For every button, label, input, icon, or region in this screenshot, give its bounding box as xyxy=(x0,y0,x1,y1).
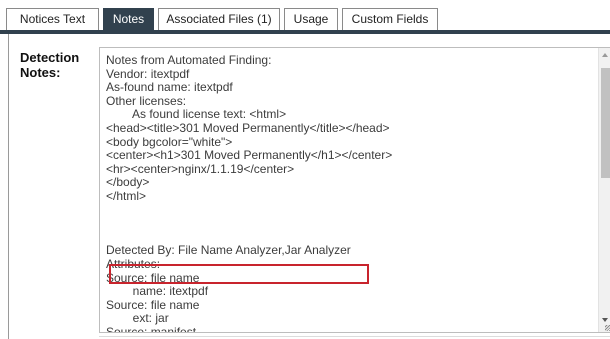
divider xyxy=(99,336,610,337)
scroll-down-arrow-icon[interactable] xyxy=(602,318,608,322)
vertical-scrollbar[interactable] xyxy=(598,48,610,332)
scroll-up-arrow-icon[interactable] xyxy=(602,53,608,57)
notes-panel: Detection Notes: Notes from Automated Fi… xyxy=(8,34,610,339)
resize-grip-icon[interactable] xyxy=(605,325,610,331)
tab-custom-fields[interactable]: Custom Fields xyxy=(342,8,438,30)
tab-bar: Notices Text Notes Associated Files (1) … xyxy=(0,0,610,34)
tab-notes[interactable]: Notes xyxy=(103,8,154,30)
detected-by-highlight-box xyxy=(109,264,369,284)
tab-notices-text[interactable]: Notices Text xyxy=(6,8,99,30)
detection-notes-textarea[interactable]: Notes from Automated Finding: Vendor: it… xyxy=(99,47,610,333)
tab-usage[interactable]: Usage xyxy=(284,8,338,30)
detection-notes-label: Detection Notes: xyxy=(20,50,80,80)
detection-notes-content: Notes from Automated Finding: Vendor: it… xyxy=(106,53,393,333)
tab-associated-files[interactable]: Associated Files (1) xyxy=(158,8,280,30)
scroll-thumb[interactable] xyxy=(601,68,610,178)
